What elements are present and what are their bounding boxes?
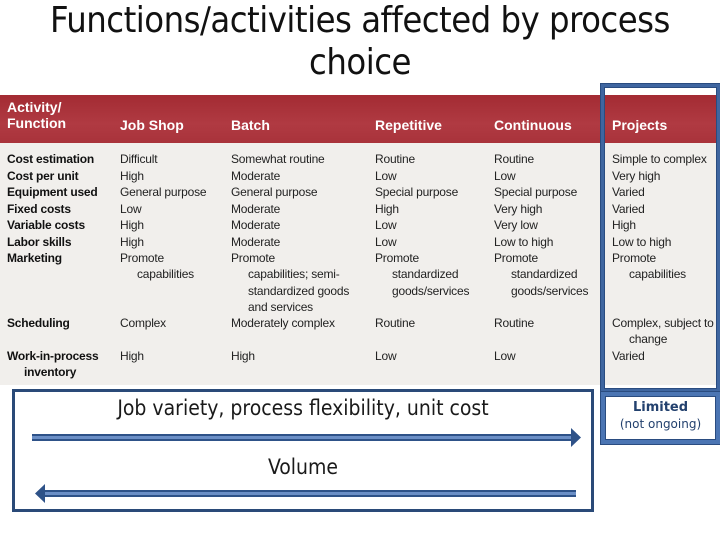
limited-label: Limited (632, 400, 689, 415)
table-cell: Special purpose (375, 185, 459, 199)
limited-callout: Limited (not ongoing) (601, 392, 720, 444)
table-cell: Low to high (494, 235, 554, 249)
left-arrow-icon (35, 484, 576, 503)
table-cell: Promote standardized goods/services (375, 251, 470, 298)
column-header: Repetitive (375, 117, 442, 133)
column-header: Continuous (494, 117, 572, 133)
table-cell: Moderate (231, 169, 281, 183)
table-cell: Routine (494, 316, 534, 330)
row-label: Equipment used (7, 185, 98, 199)
row-label: Labor skills (7, 235, 72, 249)
table-cell: Moderate (231, 235, 281, 249)
right-arrow-icon (32, 428, 581, 447)
table-cell: Difficult (120, 152, 158, 166)
continuum-box: Job variety, process flexibility, unit c… (12, 389, 594, 512)
table-cell: Very low (494, 218, 538, 232)
table-cell: High (120, 169, 144, 183)
table-cell: High (120, 349, 144, 363)
projects-column-highlight (601, 84, 720, 392)
table-cell: Very high (494, 202, 543, 216)
table-cell: Promote standardized goods/services (494, 251, 589, 298)
table-cell: Routine (375, 316, 415, 330)
table-cell: High (120, 235, 144, 249)
row-label: Cost estimation (7, 152, 95, 166)
column-header: Job Shop (120, 117, 184, 133)
table-cell: Moderate (231, 202, 281, 216)
table-cell: Moderate (231, 218, 281, 232)
volume-label: Volume (267, 455, 339, 479)
table-cell: Promote capabilities (120, 251, 194, 282)
row-label: Fixed costs (7, 202, 71, 216)
table-cell: Low (494, 169, 516, 183)
continuum-arrows (32, 428, 581, 503)
table-cell: Complex (120, 316, 166, 330)
table-cell: High (231, 349, 255, 363)
table-cell: Moderately complex (231, 316, 335, 330)
table-cell: High (375, 202, 399, 216)
table-cell: Low (375, 169, 397, 183)
table-cell: Promote capabilities; semi-standardized g… (231, 251, 350, 314)
table-cell: Special purpose (494, 185, 578, 199)
table-cell: Routine (494, 152, 534, 166)
row-label: Scheduling (7, 316, 70, 330)
table-cell: High (120, 218, 144, 232)
table-cell: Somewhat routine (231, 152, 325, 166)
not-ongoing-label: (not ongoing) (619, 417, 702, 431)
table-cell: Low (494, 349, 516, 363)
table-cell: General purpose (231, 185, 318, 199)
slide-title: Functions/activities affected by process… (50, 0, 670, 83)
table-cell: Low (375, 349, 397, 363)
table-cell: Low (375, 218, 397, 232)
column-header: Activity/ Function (7, 99, 67, 131)
table-cell: Routine (375, 152, 415, 166)
row-label: Cost per unit (7, 169, 79, 183)
row-label: Marketing (7, 251, 62, 265)
row-label: Work-in-process inventory (7, 349, 99, 380)
table-cell: Low (375, 235, 397, 249)
table-cell: General purpose (120, 185, 207, 199)
row-label: Variable costs (7, 218, 85, 232)
column-header: Batch (231, 117, 270, 133)
table-cell: Low (120, 202, 142, 216)
